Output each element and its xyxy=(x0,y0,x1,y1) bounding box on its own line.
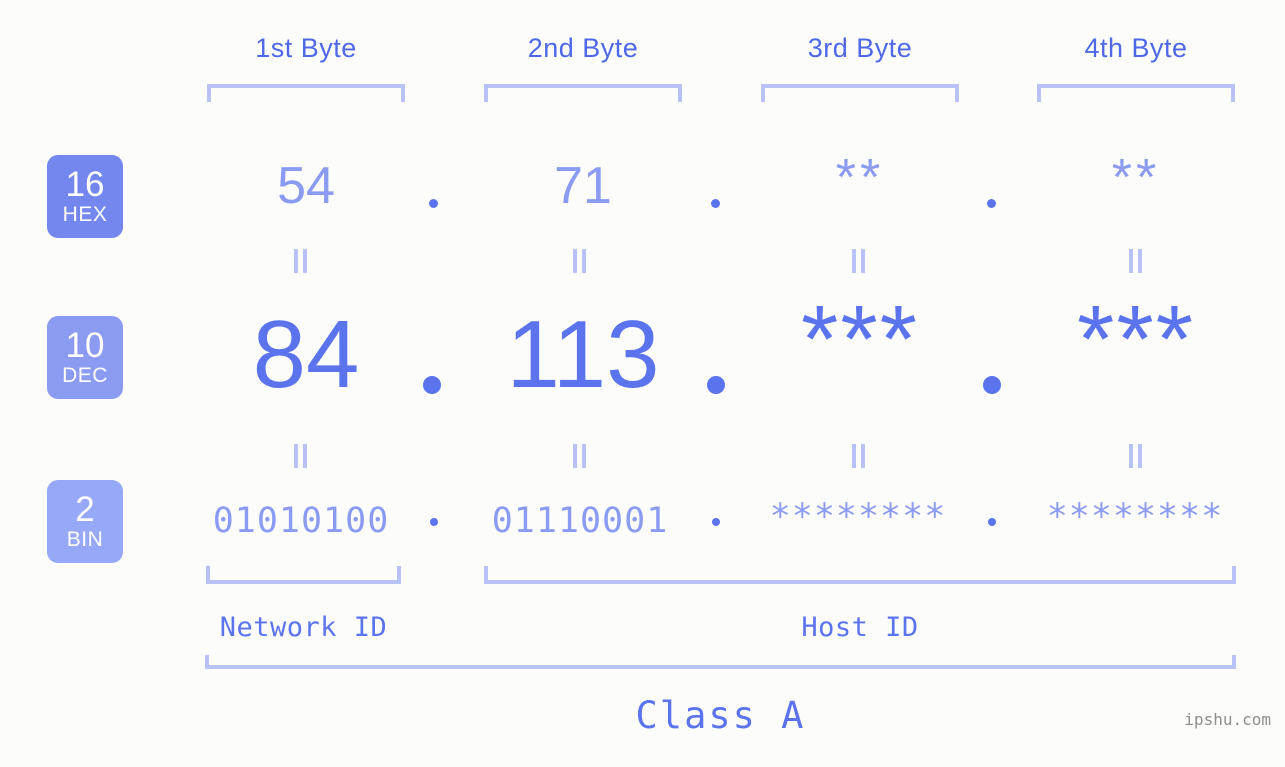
dec-byte-2: 113 xyxy=(506,301,660,408)
radix-badge-hex: 16 HEX xyxy=(47,155,123,238)
radix-badge-dec: 10 DEC xyxy=(47,316,123,399)
byte-bracket-1 xyxy=(207,84,405,102)
bin-byte-4: ******** xyxy=(1046,497,1224,537)
equality-bar-decbin-4 xyxy=(1129,444,1143,468)
hex-byte-1: 54 xyxy=(277,157,335,215)
byte-header-3: 3rd Byte xyxy=(807,33,913,63)
network-id-bracket xyxy=(206,566,401,584)
radix-badge-hex-number: 16 xyxy=(65,165,105,204)
radix-badge-dec-number: 10 xyxy=(65,326,105,365)
radix-badge-dec-label: DEC xyxy=(62,364,108,387)
bin-byte-2: 01110001 xyxy=(491,501,669,541)
bin-byte-1: 01010100 xyxy=(212,501,390,541)
hex-separator-dot-3 xyxy=(987,199,996,208)
byte-bracket-2 xyxy=(484,84,682,102)
radix-badge-bin: 2 BIN xyxy=(47,480,123,563)
hex-byte-2: 71 xyxy=(554,157,612,215)
equality-bar-hexdec-2 xyxy=(573,249,587,273)
dec-byte-4: *** xyxy=(1076,286,1196,393)
dec-separator-dot-3 xyxy=(983,376,1001,394)
bin-byte-3: ******** xyxy=(769,497,947,537)
equality-bar-hexdec-3 xyxy=(852,249,866,273)
equality-bar-decbin-2 xyxy=(573,444,587,468)
hex-separator-dot-2 xyxy=(711,199,720,208)
dec-byte-1: 84 xyxy=(252,301,360,408)
host-id-bracket xyxy=(484,566,1236,584)
radix-badge-bin-label: BIN xyxy=(66,528,104,551)
class-label: Class A xyxy=(635,694,806,737)
dec-separator-dot-1 xyxy=(423,376,441,394)
host-id-label: Host ID xyxy=(801,612,919,643)
dec-separator-dot-2 xyxy=(707,376,725,394)
byte-bracket-3 xyxy=(761,84,959,102)
equality-bar-decbin-1 xyxy=(294,444,308,468)
hex-byte-4: ** xyxy=(1111,149,1161,207)
hex-separator-dot-1 xyxy=(429,199,438,208)
byte-header-1: 1st Byte xyxy=(255,33,357,63)
radix-badge-bin-number: 2 xyxy=(75,490,95,529)
watermark: ipshu.com xyxy=(1184,710,1271,729)
byte-header-2: 2nd Byte xyxy=(527,33,639,63)
class-bracket xyxy=(205,655,1236,669)
network-id-label: Network ID xyxy=(219,612,388,643)
bin-separator-dot-2 xyxy=(712,518,720,526)
equality-bar-decbin-3 xyxy=(852,444,866,468)
byte-header-4: 4th Byte xyxy=(1084,33,1188,63)
equality-bar-hexdec-4 xyxy=(1129,249,1143,273)
radix-badge-hex-label: HEX xyxy=(62,203,108,226)
ip-breakdown-diagram: 1st Byte 2nd Byte 3rd Byte 4th Byte 16 H… xyxy=(0,0,1285,767)
equality-bar-hexdec-1 xyxy=(294,249,308,273)
dec-byte-3: *** xyxy=(800,286,920,393)
bin-separator-dot-1 xyxy=(430,518,438,526)
byte-bracket-4 xyxy=(1037,84,1235,102)
bin-separator-dot-3 xyxy=(988,518,996,526)
hex-byte-3: ** xyxy=(835,149,885,207)
